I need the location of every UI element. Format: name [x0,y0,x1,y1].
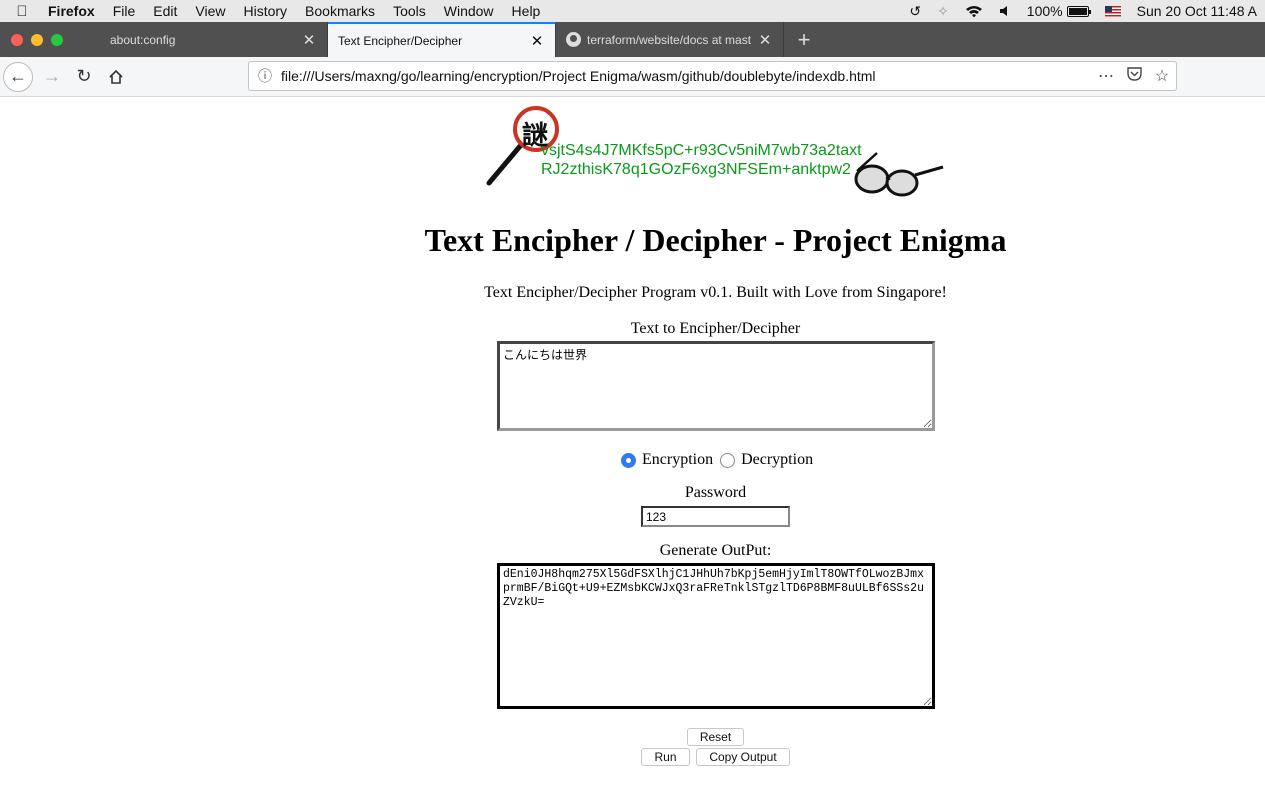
forward-button[interactable]: → [36,61,68,93]
home-button[interactable] [100,61,132,93]
navigation-toolbar: ← → ↻ ⓘ file:///Users/maxng/go/learning/… [0,57,1265,97]
apple-menu-icon[interactable]:  [0,3,44,20]
input-source-flag-icon[interactable] [1097,5,1129,17]
minimize-window-button[interactable] [31,33,43,46]
tab-text-encipher[interactable]: Text Encipher/Decipher ✕ [328,22,556,57]
menu-edit[interactable]: Edit [144,3,186,19]
input-label: Text to Encipher/Decipher [630,320,801,337]
close-tab-icon[interactable]: ✕ [301,31,317,49]
battery-percent: 100% [1026,3,1063,19]
mode-radio-group: Encryption Decryption [621,451,820,469]
run-button[interactable]: Run [641,748,690,766]
battery-icon[interactable] [1066,5,1091,17]
time-machine-icon[interactable]: ↺ [901,3,929,20]
close-tab-icon[interactable]: ✕ [529,32,545,50]
output-textarea[interactable]: dEni0JH8hqm275Xl5GdFSXlhjC1JHhUh7bKpj5em… [497,563,935,709]
reset-button[interactable]: Reset [687,728,744,746]
menu-help[interactable]: Help [503,3,550,19]
menu-history[interactable]: History [234,3,296,19]
decryption-radio-label[interactable]: Decryption [741,451,813,469]
copy-output-button[interactable]: Copy Output [696,748,790,766]
page-title: Text Encipher / Decipher - Project Enigm… [424,222,1007,258]
password-input[interactable] [641,506,790,527]
zoom-window-button[interactable] [51,33,63,46]
menu-bookmarks[interactable]: Bookmarks [296,3,384,19]
enigma-logo: 謎 vsjtS4s4J7MKfs5pC+r93Cv5niM7wb73a2taxt… [485,105,945,200]
input-textarea[interactable]: こんにちは世界 [497,341,935,431]
tab-strip: about:config ✕ Text Encipher/Decipher ✕ … [0,22,1265,57]
logo-cipher-line-1: vsjtS4s4J7MKfs5pC+r93Cv5niM7wb73a2taxt [541,142,862,159]
logo-cipher-text: vsjtS4s4J7MKfs5pC+r93Cv5niM7wb73a2taxt R… [541,141,862,179]
battery-fill [1068,7,1087,15]
tab-label: Text Encipher/Decipher [338,33,463,48]
window-controls [0,22,100,57]
encryption-radio[interactable] [621,452,636,468]
decryption-radio[interactable] [720,452,736,468]
battery-status: 100% [1019,3,1097,19]
menu-tools[interactable]: Tools [384,3,435,19]
menu-file[interactable]: File [104,3,145,19]
macos-menu-bar:  Firefox File Edit View History Bookmar… [0,0,1265,22]
password-label: Password [684,484,747,501]
github-icon [566,32,581,47]
close-tab-icon[interactable]: ✕ [757,31,773,49]
tab-label: terraform/website/docs at mast [587,32,752,47]
logo-cipher-line-2: RJ2zthisK78q1GOzF6xg3NFSEm+anktpw2 [541,161,851,178]
clock[interactable]: Sun 20 Oct 11:48 A [1129,3,1265,19]
bookmark-star-icon[interactable]: ☆ [1148,66,1176,86]
new-tab-button[interactable]: + [784,22,824,57]
menu-app-firefox[interactable]: Firefox [44,3,104,19]
output-label: Generate OutPut: [659,542,772,559]
page-actions-icon[interactable]: ⋯ [1092,66,1120,86]
back-button[interactable]: ← [3,61,33,92]
pocket-icon[interactable] [1120,66,1148,86]
menu-window[interactable]: Window [435,3,503,19]
tab-label: about:config [110,32,176,47]
bluetooth-icon[interactable]: ✧ [929,3,957,20]
tab-about-config[interactable]: about:config ✕ [100,22,328,57]
url-text[interactable]: file:///Users/maxng/go/learning/encrypti… [281,68,1092,84]
close-window-button[interactable] [11,33,23,46]
volume-icon[interactable] [991,5,1019,17]
page-subtitle: Text Encipher/Decipher Program v0.1. Bui… [484,284,947,301]
menu-view[interactable]: View [186,3,234,19]
url-bar[interactable]: ⓘ file:///Users/maxng/go/learning/encryp… [248,61,1177,91]
site-info-icon[interactable]: ⓘ [249,66,281,86]
wifi-icon[interactable] [957,5,991,18]
reload-button[interactable]: ↻ [68,61,100,93]
tab-terraform-docs[interactable]: terraform/website/docs at mast ✕ [556,22,784,57]
page-content: 謎 vsjtS4s4J7MKfs5pC+r93Cv5niM7wb73a2taxt… [0,97,1265,802]
encryption-radio-label[interactable]: Encryption [642,451,713,469]
